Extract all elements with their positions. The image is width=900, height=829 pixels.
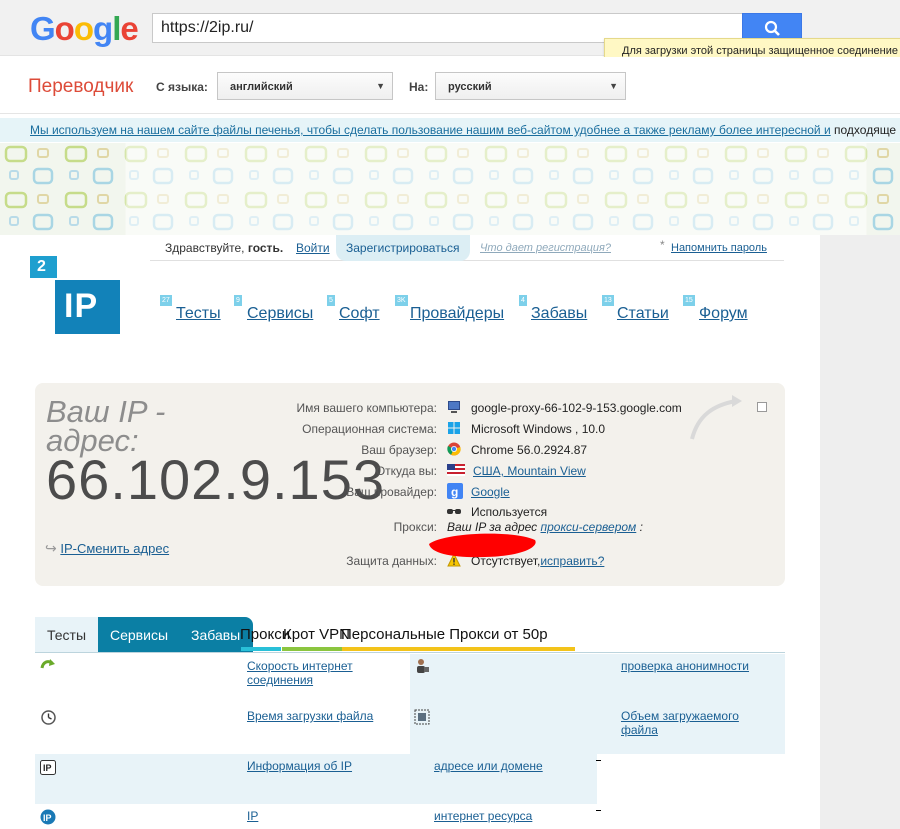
what-registration-gives-link[interactable]: Что дает регистрация? <box>480 242 611 254</box>
nav-fun[interactable]: Забавы <box>531 305 587 323</box>
login-strip: Здравствуйте, гость. Войти Зарегистриров… <box>150 235 784 261</box>
svg-text:g: g <box>451 485 458 499</box>
svg-text:IP: IP <box>43 813 52 823</box>
change-ip-link[interactable]: IP-Сменить адрес <box>60 541 169 556</box>
google-provider-icon: g <box>447 483 463 499</box>
curved-arrow-icon <box>690 395 742 440</box>
chevron-down-icon: ▼ <box>376 81 385 91</box>
computer-icon <box>448 401 460 413</box>
tabs-divider <box>35 652 785 653</box>
remind-star: * <box>660 238 665 252</box>
svg-text:IP: IP <box>43 763 52 773</box>
tab-personal-proxy[interactable]: Персональные Прокси от 50р <box>341 626 548 643</box>
provider-value[interactable]: Google <box>471 485 510 499</box>
nav-badge-soft: 5 <box>327 295 335 306</box>
logo-2[interactable]: 2 <box>30 256 57 278</box>
anonymity-person-icon <box>417 659 429 673</box>
nav-badge-services: 9 <box>234 295 242 306</box>
remind-password-link[interactable]: Напомнить пароль <box>671 242 767 254</box>
nav-soft[interactable]: Софт <box>339 305 380 323</box>
right-gutter <box>820 235 900 829</box>
cookie-link[interactable]: Мы используем на нашем сайте файлы печен… <box>30 123 831 137</box>
proxy-used-value: Используется <box>471 505 548 519</box>
browser-value: Chrome 56.0.2924.87 <box>471 443 588 457</box>
provider-label: Ваш провайдер: <box>346 485 437 499</box>
chrome-icon <box>447 442 461 456</box>
login-link[interactable]: Войти <box>296 241 330 255</box>
list-dash-2 <box>596 810 601 811</box>
computer-name-value: google-proxy-66-102-9-153.google.com <box>471 401 682 415</box>
nav-forum[interactable]: Форум <box>699 305 748 323</box>
to-language-value: русский <box>448 81 492 93</box>
nav-articles[interactable]: Статьи <box>617 305 669 323</box>
redaction-scribble-icon <box>429 533 536 558</box>
nav-badge-tests: 27 <box>160 295 172 306</box>
location-value[interactable]: США, Mountain View <box>473 464 586 478</box>
provider-link[interactable]: Google <box>471 485 510 499</box>
file-size-icon <box>414 709 430 725</box>
cookie-banner: Мы используем на нашем сайте файлы печен… <box>0 118 900 142</box>
proxy-server-link[interactable]: прокси-сервером <box>541 520 637 534</box>
google-logo[interactable]: Google <box>30 10 139 48</box>
translator-title: Переводчик <box>28 76 134 97</box>
list-item-download-time[interactable]: Время загрузки файла <box>247 709 397 723</box>
change-ip[interactable]: ↪ IP-Сменить адрес <box>45 540 169 557</box>
list-item-ip-info[interactable]: Информация об IP <box>247 759 397 773</box>
nav-providers[interactable]: Провайдеры <box>410 305 504 323</box>
sunglasses-icon <box>447 509 461 514</box>
windows-icon <box>448 422 460 434</box>
greeting-prefix: Здравствуйте, <box>165 241 245 255</box>
ip-heading-line1: Ваш IP - <box>46 394 166 429</box>
usa-flag-icon <box>447 464 465 476</box>
logo-ip[interactable]: IP <box>55 280 120 334</box>
nav-badge-articles: 13 <box>602 295 614 306</box>
tab-underline-3 <box>342 647 575 651</box>
os-value: Microsoft Windows , 10.0 <box>471 422 606 436</box>
browser-label: Ваш браузер: <box>361 443 437 457</box>
list-item-speed[interactable]: Скорость интернет соединения <box>247 659 397 687</box>
from-language-value: английский <box>230 81 293 93</box>
greeting-user: гость. <box>247 241 284 255</box>
banner-overlay <box>0 143 900 235</box>
register-tab[interactable]: Зарегистрироваться <box>336 235 470 261</box>
greeting: Здравствуйте, гость. <box>165 241 283 255</box>
from-language-label: С языка: <box>156 80 208 94</box>
nav-tests[interactable]: Тесты <box>176 305 221 323</box>
clock-icon <box>41 710 56 725</box>
cookie-tail: подходяще <box>830 123 897 137</box>
ip-round-icon: IP <box>40 809 56 825</box>
location-link[interactable]: США, Mountain View <box>473 464 586 478</box>
chevron-down-icon: ▼ <box>609 81 618 91</box>
ip-info-icon: IP <box>40 760 56 775</box>
os-label: Операционная система: <box>302 422 437 436</box>
tab-underline-2 <box>282 647 342 651</box>
list-dash-1 <box>596 760 601 761</box>
protection-label: Защита данных: <box>346 554 437 568</box>
proxy-label: Прокси: <box>393 520 437 534</box>
computer-name-label: Имя вашего компьютера: <box>296 401 437 415</box>
list-item-anonymity[interactable]: проверка анонимности <box>621 659 771 673</box>
fix-protection-link[interactable]: исправить? <box>540 554 604 568</box>
list-item-resource[interactable]: интернет ресурса <box>434 809 584 823</box>
tab-services[interactable]: Сервисы <box>98 617 179 653</box>
tab-tests[interactable]: Тесты <box>35 617 98 653</box>
to-language-select[interactable]: русский ▼ <box>435 72 626 100</box>
settings-checkbox[interactable] <box>757 402 767 412</box>
nav-badge-forum: 15 <box>683 295 695 306</box>
list-item-ip[interactable]: IP <box>247 809 397 823</box>
nav-services[interactable]: Сервисы <box>247 305 313 323</box>
from-language-select[interactable]: английский ▼ <box>217 72 393 100</box>
list-item-file-size[interactable]: Объем загружаемого файла <box>621 709 771 737</box>
location-label: Откуда вы: <box>375 464 437 478</box>
list-item-domain[interactable]: адресе или домене <box>434 759 584 773</box>
nav-badge-providers: 3K <box>395 295 408 306</box>
nav-badge-fun: 4 <box>519 295 527 306</box>
tab-underline-1 <box>241 647 281 651</box>
speed-arrow-icon <box>40 659 55 669</box>
to-language-label: На: <box>409 80 429 94</box>
proxy-tail: : <box>639 520 643 534</box>
redirect-arrow-icon: ↪ <box>45 540 57 556</box>
tab-vpn[interactable]: Крот VPN <box>283 626 350 643</box>
